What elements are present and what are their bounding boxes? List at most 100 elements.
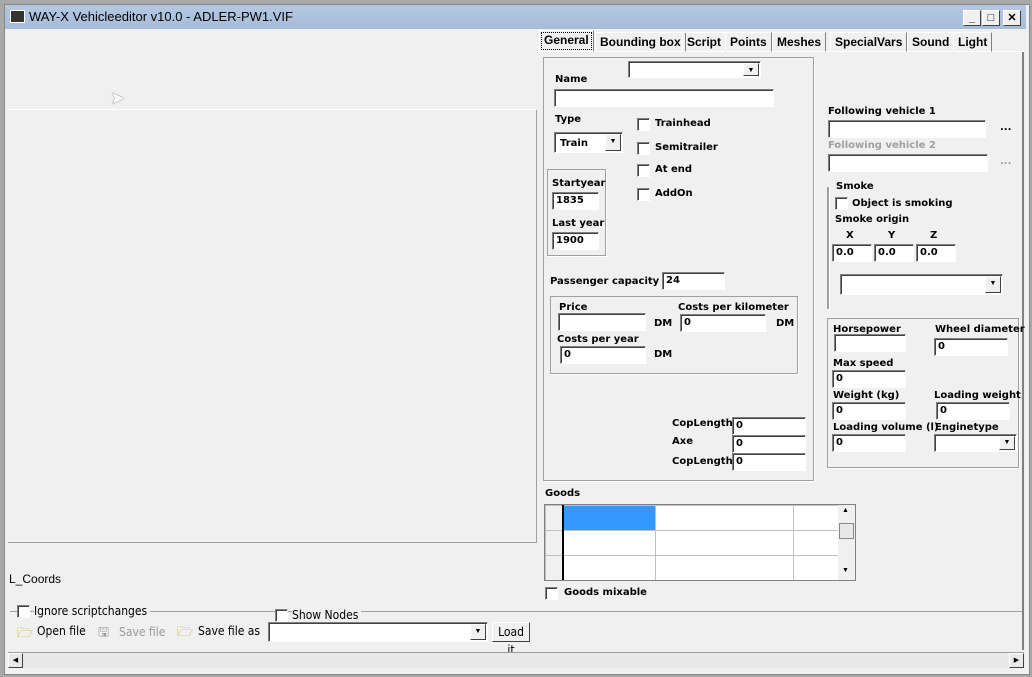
- axe-input[interactable]: 0: [732, 435, 806, 453]
- save-file-button[interactable]: Save file: [119, 625, 165, 639]
- save-as-folder-icon: 🗁: [177, 624, 194, 639]
- following-vehicle-2-input[interactable]: [828, 154, 988, 172]
- trainhead-checkbox[interactable]: [637, 118, 650, 131]
- costs-per-km-input[interactable]: 0: [680, 314, 766, 332]
- tab-page-edge: [1022, 52, 1024, 650]
- save-icon: 🖫: [98, 624, 110, 639]
- scroll-left-icon[interactable]: ◀: [8, 653, 23, 668]
- load-it-button[interactable]: Load it: [492, 622, 530, 657]
- following-vehicle-1-input[interactable]: [828, 120, 986, 138]
- object-smoking-checkbox[interactable]: [835, 197, 848, 210]
- scroll-thumb[interactable]: [839, 523, 854, 539]
- tab-specialvars[interactable]: SpecialVars: [830, 32, 908, 52]
- name-input[interactable]: [554, 89, 774, 107]
- goods-mixable-checkbox[interactable]: [545, 587, 558, 600]
- tab-points[interactable]: Points: [725, 32, 772, 52]
- coplength-input[interactable]: 0: [732, 417, 806, 435]
- tab-meshes[interactable]: Meshes: [772, 32, 827, 52]
- smoke-x-label: X: [846, 230, 854, 241]
- smoke-y-label: Y: [888, 230, 896, 241]
- close-button[interactable]: ✕: [1003, 10, 1021, 26]
- passenger-capacity-label: Passenger capacity: [550, 276, 660, 287]
- chevron-down-icon: ▼: [999, 436, 1015, 450]
- following-vehicle-1-browse-button[interactable]: ...: [1000, 122, 1011, 133]
- at-end-checkbox[interactable]: [637, 164, 650, 177]
- save-file-as-button[interactable]: Save file as: [198, 624, 260, 638]
- scroll-right-icon[interactable]: ▶: [1009, 653, 1024, 668]
- coords-label: L_Coords: [9, 572, 62, 586]
- maximize-button[interactable]: □: [982, 10, 1000, 26]
- loading-volume-input[interactable]: 0: [832, 434, 906, 452]
- max-speed-label: Max speed: [833, 358, 894, 369]
- enginetype-select[interactable]: ▼: [934, 434, 1017, 452]
- ignore-scriptchanges-label: Ignore scriptchanges: [34, 604, 151, 618]
- following-vehicle-1-label: Following vehicle 1: [828, 106, 936, 117]
- price-input[interactable]: [558, 313, 646, 331]
- loading-weight-label: Loading weight: [934, 390, 1021, 401]
- axe-label: Axe: [672, 436, 693, 447]
- goods-grid[interactable]: ▲ ▼: [544, 504, 856, 581]
- horsepower-input[interactable]: [834, 334, 906, 352]
- chevron-down-icon: ▼: [605, 134, 621, 151]
- file-combo[interactable]: ▼: [268, 622, 488, 642]
- goods-scrollbar[interactable]: ▲ ▼: [838, 505, 855, 580]
- smoke-z-label: Z: [930, 230, 938, 241]
- ignore-scriptchanges-checkbox[interactable]: [17, 605, 30, 618]
- smoke-type-select[interactable]: ▼: [840, 274, 1003, 295]
- smoke-x-input[interactable]: 0.0: [832, 244, 872, 262]
- semitrailer-checkbox[interactable]: [637, 142, 650, 155]
- tab-sound[interactable]: Sound: [907, 32, 955, 52]
- tab-general[interactable]: General: [539, 30, 594, 52]
- goods-label: Goods: [545, 488, 581, 499]
- addon-checkbox[interactable]: [637, 188, 650, 201]
- show-nodes-label: Show Nodes: [292, 608, 362, 622]
- trainhead-label: Trainhead: [655, 118, 711, 129]
- smoke-y-input[interactable]: 0.0: [874, 244, 914, 262]
- tab-script[interactable]: Script: [682, 32, 727, 52]
- type-label: Type: [555, 114, 582, 125]
- tab-light[interactable]: Light: [953, 32, 993, 52]
- lastyear-input[interactable]: 1900: [552, 232, 599, 250]
- viewport-3d[interactable]: [8, 110, 537, 543]
- goods-row[interactable]: [545, 530, 839, 556]
- open-file-button[interactable]: Open file: [37, 624, 86, 638]
- lastyear-label: Last year: [552, 218, 605, 229]
- weight-input[interactable]: 0: [832, 402, 906, 420]
- scroll-down-icon[interactable]: ▼: [842, 567, 849, 574]
- tab-bounding-box[interactable]: Bounding box: [595, 32, 686, 52]
- smoke-z-input[interactable]: 0.0: [916, 244, 956, 262]
- enginetype-label: Enginetype: [935, 422, 999, 433]
- startyear-input[interactable]: 1835: [552, 192, 599, 210]
- horizontal-scrollbar[interactable]: ◀ ▶: [8, 652, 1024, 668]
- smoke-label: Smoke: [836, 181, 874, 192]
- mouse-cursor-icon: ➤: [110, 88, 126, 108]
- goods-cell-selected[interactable]: [562, 505, 656, 531]
- coplength2-label: CopLength2: [672, 456, 740, 467]
- passenger-capacity-input[interactable]: 24: [662, 272, 725, 290]
- object-smoking-label: Object is smoking: [852, 198, 953, 209]
- costs-per-km-label: Costs per kilometer: [678, 302, 789, 313]
- following-vehicle-2-browse-button[interactable]: ...: [1000, 156, 1011, 167]
- max-speed-input[interactable]: 0: [832, 370, 906, 388]
- window-title: WAY-X Vehicleeditor v10.0 - ADLER-PW1.VI…: [29, 9, 293, 24]
- goods-row[interactable]: [545, 555, 839, 580]
- price-currency: DM: [654, 318, 673, 329]
- type-value: Train: [560, 138, 588, 149]
- minimize-button[interactable]: _: [963, 10, 981, 26]
- name-combo[interactable]: ▼: [628, 61, 761, 78]
- costs-per-year-input[interactable]: 0: [560, 346, 646, 364]
- smoke-origin-label: Smoke origin: [835, 214, 910, 225]
- show-nodes-checkbox[interactable]: [275, 609, 288, 622]
- startyear-label: Startyear: [552, 178, 606, 189]
- goods-row[interactable]: [545, 505, 839, 531]
- coplength2-input[interactable]: 0: [732, 453, 806, 471]
- loading-weight-input[interactable]: 0: [936, 402, 1010, 420]
- scroll-up-icon[interactable]: ▲: [842, 507, 849, 514]
- costs-per-year-label: Costs per year: [557, 334, 639, 345]
- costs-per-km-currency: DM: [776, 318, 795, 329]
- open-folder-icon: 🗁: [17, 625, 34, 640]
- type-select[interactable]: Train ▼: [554, 132, 623, 153]
- chevron-down-icon: ▼: [743, 63, 759, 76]
- wheel-diameter-input[interactable]: 0: [934, 338, 1008, 356]
- title-bar[interactable]: WAY-X Vehicleeditor v10.0 - ADLER-PW1.VI…: [5, 5, 1026, 29]
